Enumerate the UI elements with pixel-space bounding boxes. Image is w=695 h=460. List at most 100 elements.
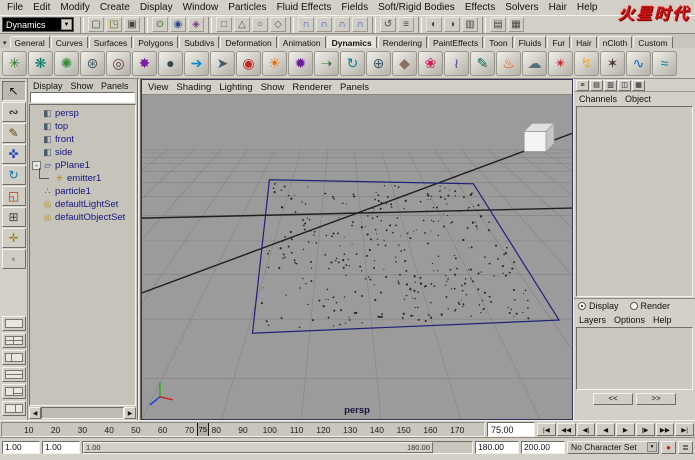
snap-curve-icon[interactable]: ∩ xyxy=(316,17,332,32)
shelf-tab[interactable]: Hair xyxy=(571,36,597,48)
render-globals-icon[interactable]: ▥ xyxy=(462,17,478,32)
animation-start-field[interactable]: 1.00 xyxy=(2,441,40,454)
animation-preferences-button[interactable]: ≣ xyxy=(678,441,693,454)
outliner-hscrollbar[interactable]: ◀ ▶ xyxy=(29,407,136,419)
viewport-menu[interactable]: Renderer xyxy=(288,82,336,93)
smoke-effect-icon[interactable]: ☁ xyxy=(522,51,547,76)
fire-effect-icon[interactable]: ♨ xyxy=(496,51,521,76)
character-set-dropdown[interactable]: No Character Set ▼ xyxy=(567,441,659,454)
scroll-track[interactable] xyxy=(41,407,124,419)
shelf-tabs-menu-icon[interactable]: ▾ xyxy=(1,39,9,48)
mask-deformation-icon[interactable]: ◇ xyxy=(270,17,286,32)
layer-menu[interactable]: Help xyxy=(649,315,676,325)
rotate-tool[interactable]: ↻ xyxy=(2,165,26,185)
select-tool[interactable]: ↖ xyxy=(2,81,26,101)
lightning-effect-icon[interactable]: ↯ xyxy=(574,51,599,76)
new-scene-icon[interactable]: ▢ xyxy=(88,17,104,32)
air-field-icon[interactable]: ➔ xyxy=(184,51,209,76)
channel-box-contents[interactable] xyxy=(576,106,693,297)
render-radio[interactable] xyxy=(630,302,638,310)
viewport-menu[interactable]: Shading xyxy=(172,82,215,93)
mask-hierarchy-icon[interactable]: □ xyxy=(216,17,232,32)
spring-icon[interactable]: ≀ xyxy=(444,51,469,76)
play-backwards-button[interactable]: ◀ xyxy=(596,423,615,436)
range-slider-handle[interactable]: 1.00 180.00 xyxy=(83,442,433,453)
step-forward-key-button[interactable]: |▶ xyxy=(636,423,655,436)
layout-two-pane-stacked-button[interactable] xyxy=(2,367,26,382)
create-emitter-icon[interactable]: ❋ xyxy=(28,51,53,76)
outliner-item[interactable]: ◧ top xyxy=(30,120,135,133)
outliner-item[interactable]: ◧ persp xyxy=(30,107,135,120)
viewport-menu[interactable]: Lighting xyxy=(215,82,256,93)
construction-history-icon[interactable]: ↺ xyxy=(380,17,396,32)
volume-axis-field-icon[interactable]: ⊕ xyxy=(366,51,391,76)
list-icon[interactable]: ≡ xyxy=(576,80,589,91)
menu-item[interactable]: Fields xyxy=(336,2,373,13)
shelf-tab[interactable]: Deformation xyxy=(220,36,276,48)
display-radio[interactable] xyxy=(578,302,586,310)
menu-item[interactable]: Display xyxy=(135,2,178,13)
menu-item[interactable]: Solvers xyxy=(500,2,543,13)
shatter-effect-icon[interactable]: ✶ xyxy=(600,51,625,76)
menu-item[interactable]: Edit xyxy=(28,2,55,13)
scroll-left-icon[interactable]: ◀ xyxy=(29,407,41,419)
viewport-menu[interactable]: Panels xyxy=(336,82,373,93)
viewport-canvas[interactable]: persp xyxy=(142,95,572,419)
outliner-item[interactable]: ◧ front xyxy=(30,133,135,146)
radial-field-icon[interactable]: ☀ xyxy=(262,51,287,76)
select-hierarchy-icon[interactable]: ⊙ xyxy=(152,17,168,32)
show-manipulator-tool[interactable]: ✛ xyxy=(2,228,26,248)
select-object-icon[interactable]: ◉ xyxy=(170,17,186,32)
paint-select-tool[interactable]: ✎ xyxy=(2,123,26,143)
shelf-tab[interactable]: Polygons xyxy=(133,36,178,48)
shelf-tab[interactable]: Dynamics xyxy=(327,36,377,48)
menu-item[interactable]: Effects xyxy=(460,2,500,13)
last-tool-used[interactable]: ◦ xyxy=(2,249,26,269)
shelf-tab[interactable]: Curves xyxy=(51,36,88,48)
group-divider[interactable] xyxy=(290,17,294,33)
layer-list[interactable] xyxy=(576,327,693,390)
step-back-frame-button[interactable]: ◀◀ xyxy=(557,423,576,436)
mask-curve-icon[interactable]: △ xyxy=(234,17,250,32)
window-icon[interactable]: ◫ xyxy=(618,80,631,91)
layout-three-pane-button[interactable] xyxy=(2,384,26,399)
particle-tool-icon[interactable]: ✳ xyxy=(2,51,27,76)
shelf-tab[interactable]: nCloth xyxy=(598,36,633,48)
surface-flow-icon[interactable]: ≈ xyxy=(652,51,677,76)
go-to-start-button[interactable]: |◀ xyxy=(537,423,556,436)
emit-from-object-icon[interactable]: ✺ xyxy=(54,51,79,76)
outliner-item[interactable]: ◧ side xyxy=(30,146,135,159)
menuset-dropdown[interactable]: Dynamics ▼ xyxy=(2,17,74,32)
show-layer-editor-icon[interactable]: ▦ xyxy=(508,17,524,32)
shelf-tab[interactable]: Subdivs xyxy=(179,36,219,48)
outliner-item[interactable]: ◎ defaultObjectSet xyxy=(30,211,135,224)
layer-menu[interactable]: Layers xyxy=(575,315,610,325)
group-divider[interactable] xyxy=(418,17,422,33)
prev-layers-button[interactable]: << xyxy=(593,393,633,405)
timeline-ticks[interactable]: 75 1020304050607080901001101201301401501… xyxy=(1,422,485,437)
menu-item[interactable]: Create xyxy=(95,2,135,13)
layout-persp-outliner-button[interactable] xyxy=(2,350,26,365)
pin-icon[interactable]: ▦ xyxy=(632,80,645,91)
next-layers-button[interactable]: >> xyxy=(636,393,676,405)
animation-end-field[interactable]: 200.00 xyxy=(521,441,565,454)
auto-keyframe-button[interactable]: ● xyxy=(661,441,676,454)
render-current-frame-icon[interactable]: ◐ xyxy=(426,17,442,32)
menu-item[interactable]: File xyxy=(2,2,28,13)
newton-field-icon[interactable]: ◉ xyxy=(236,51,261,76)
show-channel-box-icon[interactable]: ▤ xyxy=(490,17,506,32)
channel-box-menu[interactable]: Channels xyxy=(575,94,621,104)
menu-item[interactable]: Fluid Effects xyxy=(272,2,337,13)
viewport-scene[interactable] xyxy=(142,95,572,419)
turbulence-field-icon[interactable]: ✹ xyxy=(288,51,313,76)
universal-manipulator-tool[interactable]: ⊞ xyxy=(2,207,26,227)
step-forward-frame-button[interactable]: ▶▶ xyxy=(656,423,675,436)
fireworks-effect-icon[interactable]: ✴ xyxy=(548,51,573,76)
menu-item[interactable]: Soft/Rigid Bodies xyxy=(373,2,460,13)
group-divider[interactable] xyxy=(482,17,486,33)
play-forwards-button[interactable]: ▶ xyxy=(616,423,635,436)
range-slider[interactable]: 1.00 180.00 xyxy=(82,441,473,454)
snap-point-icon[interactable]: ∩ xyxy=(334,17,350,32)
open-scene-icon[interactable]: ◳ xyxy=(106,17,122,32)
move-tool[interactable]: ✜ xyxy=(2,144,26,164)
